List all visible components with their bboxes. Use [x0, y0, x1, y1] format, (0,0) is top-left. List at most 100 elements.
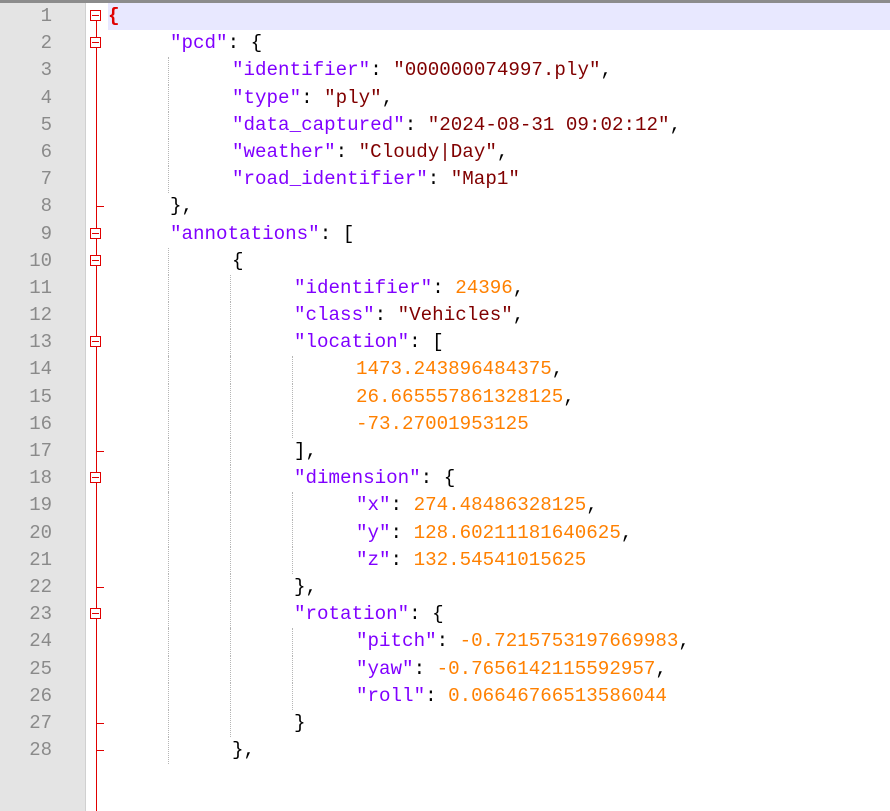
- code-text[interactable]: "yaw": -0.7656142115592957,: [108, 656, 890, 683]
- fold-toggle-icon[interactable]: [90, 254, 101, 266]
- json-key: "pitch": [356, 630, 437, 653]
- code-text[interactable]: "z": 132.54541015625: [108, 547, 890, 574]
- json-punctuation: : [: [319, 222, 355, 245]
- json-punctuation: ,: [678, 630, 690, 653]
- code-text[interactable]: "identifier": 24396,: [108, 275, 890, 302]
- code-text[interactable]: "rotation": {: [108, 601, 890, 628]
- json-string: "Vehicles": [397, 304, 513, 327]
- line-number: 20: [29, 521, 52, 544]
- json-number: 274.48486328125: [413, 494, 587, 517]
- code-line[interactable]: 27}: [0, 709, 890, 738]
- code-text[interactable]: ],: [108, 438, 890, 465]
- code-line[interactable]: 20 "y": 128.60211181640625,: [0, 519, 890, 547]
- code-text[interactable]: -73.27001953125: [108, 411, 890, 438]
- code-line[interactable]: 8},: [0, 193, 890, 220]
- json-punctuation: :: [432, 276, 456, 299]
- code-text[interactable]: "road_identifier": "Map1": [108, 166, 890, 193]
- line-number: 14: [29, 358, 52, 381]
- json-punctuation: ],: [294, 440, 318, 462]
- fold-toggle-icon[interactable]: [90, 472, 101, 484]
- code-text[interactable]: "type": "ply",: [108, 85, 890, 112]
- json-string: "Cloudy|Day": [358, 140, 497, 163]
- json-punctuation: : {: [227, 32, 263, 55]
- json-punctuation: :: [390, 548, 414, 571]
- code-line[interactable]: 19 "x": 274.48486328125,: [0, 492, 890, 520]
- code-text[interactable]: "weather": "Cloudy|Day",: [108, 139, 890, 166]
- code-line[interactable]: 24 "pitch": -0.7215753197669983,: [0, 628, 890, 656]
- code-line[interactable]: 2 "pcd": {: [0, 30, 890, 57]
- code-text[interactable]: 26.665557861328125,: [108, 384, 890, 411]
- code-line[interactable]: 28},: [0, 737, 890, 765]
- line-number: 9: [40, 222, 52, 245]
- code-line[interactable]: 26 "roll": 0.06646766513586044: [0, 682, 890, 710]
- code-text[interactable]: "pcd": {: [108, 30, 890, 57]
- json-string: "000000074997.ply": [393, 59, 601, 82]
- json-punctuation: :: [413, 657, 437, 680]
- line-number: 22: [29, 575, 52, 598]
- code-text[interactable]: "x": 274.48486328125,: [108, 492, 890, 519]
- code-text[interactable]: 1473.243896484375,: [108, 356, 890, 383]
- code-line[interactable]: 15 26.665557861328125,: [0, 383, 890, 411]
- code-line[interactable]: 16 -73.27001953125: [0, 410, 890, 438]
- code-text[interactable]: },: [108, 737, 890, 764]
- code-line[interactable]: 25 "yaw": -0.7656142115592957,: [0, 655, 890, 683]
- code-line[interactable]: 1{: [0, 3, 890, 31]
- code-line[interactable]: 11 "identifier": 24396,: [0, 274, 890, 303]
- code-line[interactable]: 17],: [0, 438, 890, 466]
- code-text[interactable]: "data_captured": "2024-08-31 09:02:12",: [108, 112, 890, 139]
- json-key: "class": [294, 304, 375, 327]
- fold-end-marker-icon: [96, 750, 104, 752]
- fold-toggle-icon[interactable]: [90, 37, 101, 49]
- code-line[interactable]: 21 "z": 132.54541015625: [0, 546, 890, 574]
- json-key: "y": [356, 521, 391, 544]
- code-text[interactable]: "location": [: [108, 329, 890, 356]
- code-text[interactable]: "pitch": -0.7215753197669983,: [108, 628, 890, 655]
- code-line[interactable]: 13 "location": [: [0, 329, 890, 357]
- code-text[interactable]: "roll": 0.06646766513586044: [108, 683, 890, 710]
- code-line[interactable]: 9 "annotations": [: [0, 221, 890, 248]
- code-line[interactable]: 12 "class": "Vehicles",: [0, 302, 890, 330]
- code-line[interactable]: 18 "dimension": {: [0, 465, 890, 493]
- json-key: "rotation": [294, 603, 410, 626]
- json-punctuation: ,: [586, 494, 598, 517]
- line-number: 19: [29, 494, 52, 517]
- code-text[interactable]: },: [108, 193, 890, 220]
- code-line[interactable]: 6 "weather": "Cloudy|Day",: [0, 138, 890, 167]
- json-brace: {: [108, 5, 120, 27]
- json-punctuation: ,: [620, 521, 633, 544]
- fold-toggle-icon[interactable]: [90, 227, 101, 239]
- code-editor[interactable]: 1{2 "pcd": {3 "identifier": "000000074997.…: [0, 0, 890, 811]
- code-line[interactable]: 4 "type": "ply",: [0, 84, 890, 112]
- code-line[interactable]: 7 "road_identifier": "Map1": [0, 166, 890, 194]
- code-lines: 1{2 "pcd": {3 "identifier": "000000074997.…: [0, 3, 890, 765]
- json-punctuation: ,: [669, 113, 682, 136]
- fold-toggle-icon[interactable]: [90, 10, 101, 21]
- fold-toggle-icon[interactable]: [90, 336, 101, 348]
- json-punctuation: :: [335, 140, 359, 163]
- code-line[interactable]: 5 "data_captured": "2024-08-31 09:02:12",: [0, 111, 890, 139]
- code-text[interactable]: "y": 128.60211181640625,: [108, 520, 890, 547]
- code-text[interactable]: "dimension": {: [108, 465, 890, 492]
- code-text[interactable]: }: [108, 710, 890, 737]
- code-line[interactable]: 3 "identifier": "000000074997.ply",: [0, 57, 890, 85]
- code-text[interactable]: {: [108, 3, 890, 31]
- line-number: 23: [29, 603, 52, 626]
- json-punctuation: },: [170, 195, 194, 218]
- code-line[interactable]: 23 "rotation": {: [0, 601, 890, 629]
- code-line[interactable]: 22},: [0, 573, 890, 602]
- code-line[interactable]: 10 {: [0, 247, 890, 275]
- json-punctuation: },: [294, 575, 318, 598]
- code-text[interactable]: "annotations": [: [108, 221, 890, 248]
- code-text[interactable]: "class": "Vehicles",: [108, 302, 890, 329]
- code-line[interactable]: 14 1473.243896484375,: [0, 356, 890, 384]
- json-punctuation: },: [232, 739, 256, 762]
- code-text[interactable]: "identifier": "000000074997.ply",: [108, 57, 890, 84]
- json-punctuation: :: [404, 113, 428, 136]
- line-number: 28: [29, 739, 52, 762]
- line-number: 7: [40, 168, 52, 191]
- code-text[interactable]: {: [108, 248, 890, 275]
- json-string: "Map1": [450, 168, 520, 191]
- json-punctuation: :: [374, 304, 398, 327]
- fold-toggle-icon[interactable]: [90, 608, 101, 620]
- code-text[interactable]: },: [108, 574, 890, 601]
